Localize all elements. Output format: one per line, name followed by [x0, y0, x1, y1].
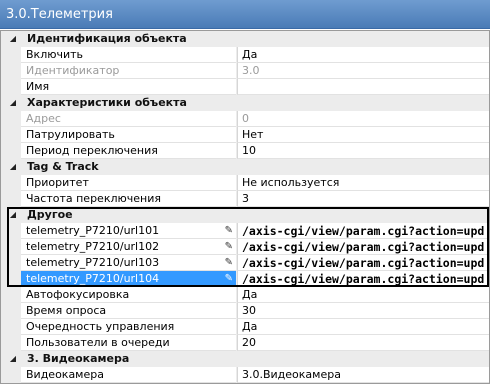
collapse-icon[interactable]: ◢: [7, 207, 19, 223]
property-name: Включить: [21, 47, 236, 63]
property-name: Время опроса: [21, 303, 236, 319]
property-name-text: telemetry_P7210/url104: [26, 272, 160, 285]
category-label: Другое: [27, 208, 73, 221]
property-row[interactable]: Имя: [1, 79, 489, 95]
property-value: 0: [237, 111, 489, 127]
property-row[interactable]: Включить Да: [1, 47, 489, 63]
property-value[interactable]: Не используется: [237, 175, 489, 191]
property-name: Приоритет: [21, 175, 236, 191]
property-value: 3.0: [237, 63, 489, 79]
property-value[interactable]: /axis-cgi/view/param.cgi?action=upd: [237, 271, 489, 287]
category-label: 3. Видеокамера: [27, 352, 130, 365]
property-name: telemetry_P7210/url103 ✎: [21, 255, 236, 271]
collapse-icon[interactable]: ◢: [7, 95, 19, 111]
property-value[interactable]: [237, 79, 489, 95]
property-value[interactable]: Да: [237, 287, 489, 303]
property-row[interactable]: Автофокусировка Да: [1, 287, 489, 303]
property-name: Имя: [21, 79, 236, 95]
property-value[interactable]: /axis-cgi/view/param.cgi?action=upd: [237, 255, 489, 271]
collapse-icon[interactable]: ◢: [7, 31, 19, 47]
property-name: Период переключения: [21, 143, 236, 159]
property-row[interactable]: Очередность управления Да: [1, 319, 489, 335]
property-name: telemetry_P7210/url101 ✎: [21, 223, 236, 239]
property-value[interactable]: /axis-cgi/view/param.cgi?action=upd: [237, 239, 489, 255]
property-value[interactable]: 30: [237, 303, 489, 319]
property-name: Автофокусировка: [21, 287, 236, 303]
property-row[interactable]: Приоритет Не используется: [1, 175, 489, 191]
collapse-icon[interactable]: ◢: [7, 351, 19, 367]
property-row[interactable]: Пользователи в очереди 20: [1, 335, 489, 351]
category-characteristics[interactable]: ◢ Характеристики объекта: [1, 95, 489, 111]
property-name: telemetry_P7210/url102 ✎: [21, 239, 236, 255]
property-name: telemetry_P7210/url104 ✎: [21, 271, 236, 287]
property-row[interactable]: Частота переключения 3: [1, 191, 489, 207]
property-value[interactable]: Нет: [237, 127, 489, 143]
property-name: Частота переключения: [21, 191, 236, 207]
category-label: Идентификация объекта: [27, 32, 187, 45]
property-name: Идентификатор: [21, 63, 236, 79]
property-row[interactable]: telemetry_P7210/url101 ✎ /axis-cgi/view/…: [1, 223, 489, 239]
property-value[interactable]: Да: [237, 47, 489, 63]
property-name: Пользователи в очереди: [21, 335, 236, 351]
property-name: Видеокамера: [21, 367, 236, 383]
property-name-text: telemetry_P7210/url103: [26, 256, 160, 269]
property-value[interactable]: /axis-cgi/view/param.cgi?action=upd: [237, 223, 489, 239]
property-grid: ◢ Идентификация объекта Включить Да Иден…: [0, 30, 490, 384]
property-name: Очередность управления: [21, 319, 236, 335]
property-name-text: telemetry_P7210/url102: [26, 240, 160, 253]
pencil-icon: ✎: [224, 273, 233, 284]
property-row[interactable]: Патрулировать Нет: [1, 127, 489, 143]
property-row: Адрес 0: [1, 111, 489, 127]
property-name-text: telemetry_P7210/url101: [26, 224, 160, 237]
category-videocamera[interactable]: ◢ 3. Видеокамера: [1, 351, 489, 367]
property-row: Идентификатор 3.0: [1, 63, 489, 79]
property-name: Адрес: [21, 111, 236, 127]
pencil-icon: ✎: [224, 225, 233, 236]
window-title: 3.0.Телеметрия: [0, 0, 490, 29]
property-value[interactable]: 10: [237, 143, 489, 159]
property-row[interactable]: Период переключения 10: [1, 143, 489, 159]
property-value[interactable]: 20: [237, 335, 489, 351]
property-value[interactable]: 3: [237, 191, 489, 207]
property-row[interactable]: telemetry_P7210/url103 ✎ /axis-cgi/view/…: [1, 255, 489, 271]
category-tag-track[interactable]: ◢ Tag & Track: [1, 159, 489, 175]
property-name: Патрулировать: [21, 127, 236, 143]
category-identification[interactable]: ◢ Идентификация объекта: [1, 31, 489, 47]
property-row[interactable]: Видеокамера 3.0.Видеокамера: [1, 367, 489, 383]
pencil-icon: ✎: [224, 241, 233, 252]
pencil-icon: ✎: [224, 257, 233, 268]
category-label: Характеристики объекта: [27, 96, 187, 109]
collapse-icon[interactable]: ◢: [7, 159, 19, 175]
property-value[interactable]: 3.0.Видеокамера: [237, 367, 489, 383]
property-row[interactable]: telemetry_P7210/url102 ✎ /axis-cgi/view/…: [1, 239, 489, 255]
property-row-selected[interactable]: telemetry_P7210/url104 ✎ /axis-cgi/view/…: [1, 271, 489, 287]
property-value[interactable]: Да: [237, 319, 489, 335]
category-label: Tag & Track: [27, 160, 99, 173]
property-row[interactable]: Время опроса 30: [1, 303, 489, 319]
category-other[interactable]: ◢ Другое: [1, 207, 489, 223]
